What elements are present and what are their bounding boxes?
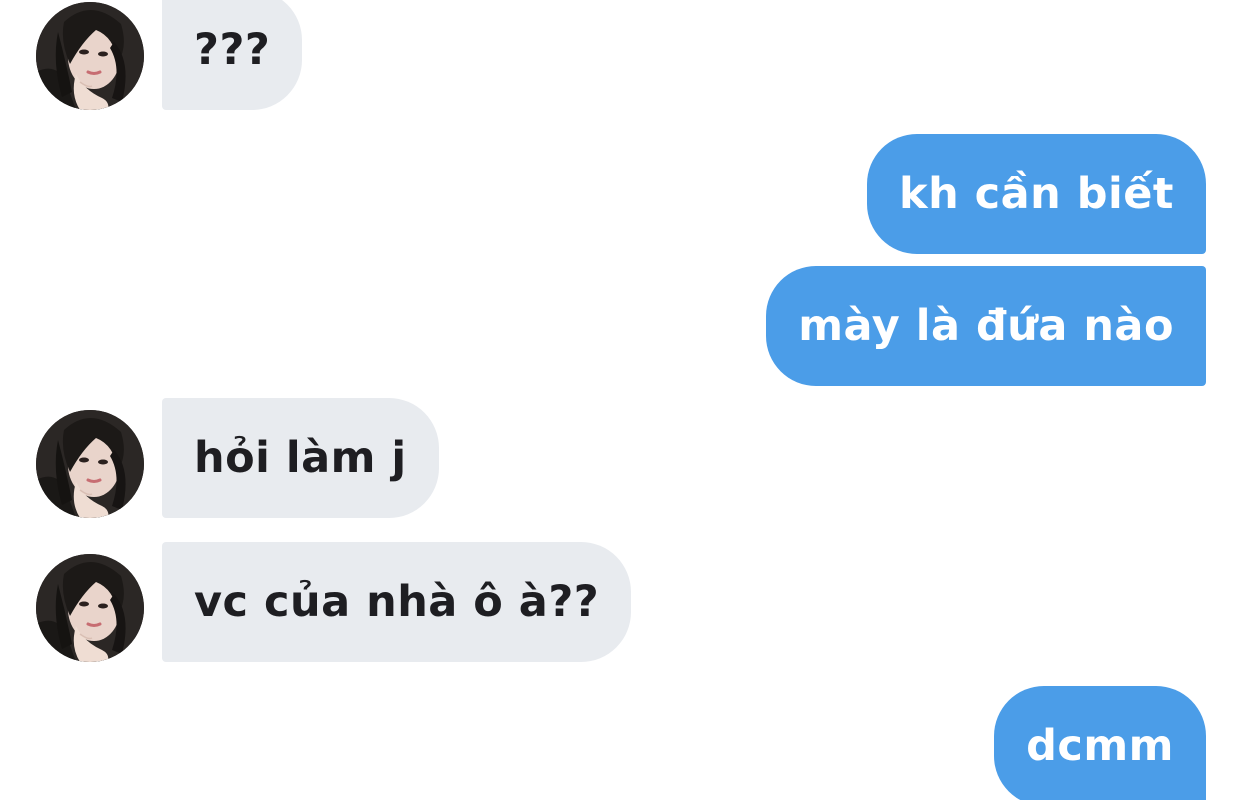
message-bubble-incoming[interactable]: vc của nhà ô à?? bbox=[162, 542, 632, 662]
message-text: kh cần biết bbox=[898, 169, 1174, 219]
message-text: hỏi làm j bbox=[194, 433, 407, 483]
message-text: ??? bbox=[194, 25, 271, 75]
profile-photo-icon bbox=[36, 410, 144, 518]
message-bubble-outgoing[interactable]: dcmm bbox=[994, 686, 1206, 800]
contact-avatar[interactable] bbox=[36, 410, 144, 518]
profile-photo-icon bbox=[36, 554, 144, 662]
profile-photo-icon bbox=[36, 2, 144, 110]
message-bubble-outgoing[interactable]: mày là đứa nào bbox=[766, 266, 1206, 386]
message-text: dcmm bbox=[1026, 721, 1174, 771]
message-text: mày là đứa nào bbox=[798, 301, 1174, 351]
contact-avatar[interactable] bbox=[36, 554, 144, 662]
message-text: vc của nhà ô à?? bbox=[194, 577, 600, 627]
message-bubble-incoming[interactable]: ??? bbox=[162, 0, 303, 110]
contact-avatar[interactable] bbox=[36, 2, 144, 110]
chat-thread: ??? kh cần biết mày là đứa nào hỏi làm j… bbox=[0, 0, 1242, 800]
message-bubble-outgoing[interactable]: kh cần biết bbox=[866, 134, 1206, 254]
message-bubble-incoming[interactable]: hỏi làm j bbox=[162, 398, 439, 518]
